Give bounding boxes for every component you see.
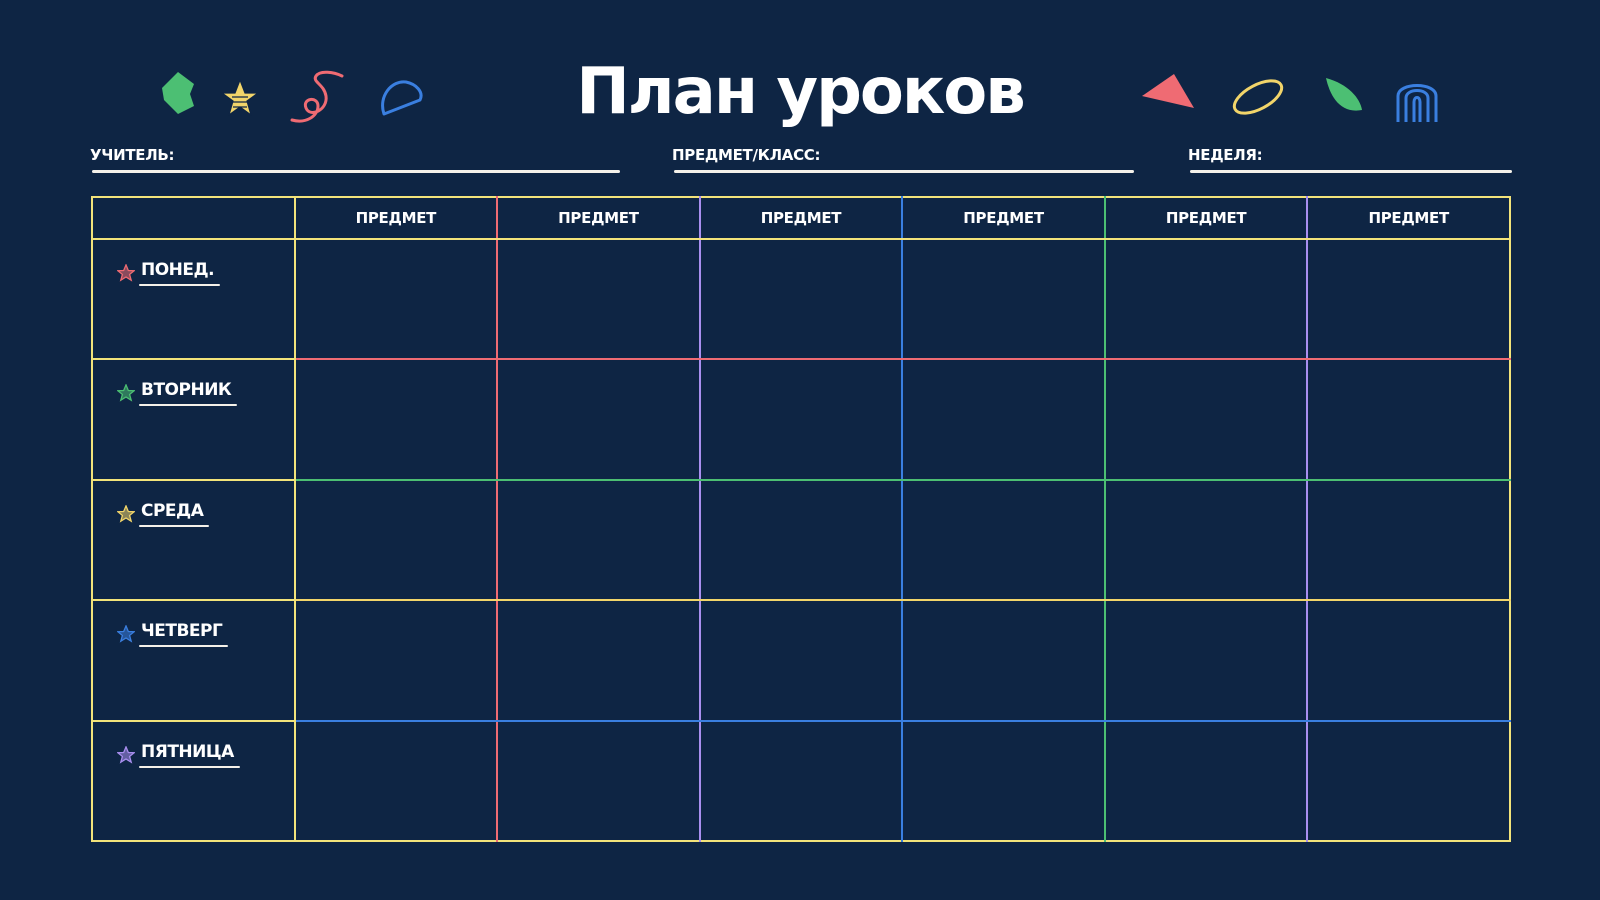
lesson-cell[interactable]: [497, 359, 701, 481]
star-icon: [117, 625, 135, 643]
lesson-cell[interactable]: [699, 479, 904, 602]
corner-cell: [92, 197, 296, 240]
lesson-cell[interactable]: [902, 359, 1106, 481]
green-leaf-icon: [1326, 78, 1362, 111]
lesson-cell[interactable]: [699, 720, 904, 841]
lesson-cell[interactable]: [902, 479, 1106, 602]
teacher-label: УЧИТЕЛЬ:: [90, 146, 175, 164]
column-header: ПРЕДМЕТ: [902, 197, 1106, 240]
column-header: ПРЕДМЕТ: [497, 197, 701, 240]
day-row: ПОНЕД.: [92, 239, 1510, 361]
lesson-cell[interactable]: [902, 720, 1106, 841]
day-cell: СРЕДА: [92, 479, 296, 602]
day-row: СРЕДА: [92, 479, 1510, 602]
lesson-cell[interactable]: [1307, 721, 1510, 841]
day-cell: ЧЕТВЕРГ: [92, 600, 296, 722]
pink-triangle-icon: [1142, 74, 1194, 108]
star-icon: [117, 264, 135, 282]
day-cell: ПЯТНИЦА: [92, 720, 296, 841]
header-row: ПРЕДМЕТ ПРЕДМЕТ ПРЕДМЕТ ПРЕДМЕТ ПРЕДМЕТ …: [92, 197, 1510, 240]
day-label: ВТОРНИК: [138, 380, 238, 407]
lesson-cell[interactable]: [294, 720, 499, 841]
day-label: ПЯТНИЦА: [139, 742, 240, 768]
lesson-cell[interactable]: [1307, 479, 1510, 602]
week-line: [1190, 170, 1512, 173]
lesson-cell[interactable]: [902, 239, 1106, 361]
week-label: НЕДЕЛЯ:: [1188, 146, 1263, 164]
day-label: ЧЕТВЕРГ: [138, 621, 229, 648]
week-field[interactable]: НЕДЕЛЯ:: [1188, 146, 1512, 173]
day-label: СРЕДА: [138, 501, 210, 527]
lesson-cell[interactable]: [497, 720, 701, 841]
lesson-cell[interactable]: [294, 359, 499, 481]
lesson-cell[interactable]: [699, 359, 904, 481]
subject-label: ПРЕДМЕТ/КЛАСС:: [672, 146, 821, 164]
column-header: ПРЕДМЕТ: [1104, 197, 1309, 240]
lesson-cell[interactable]: [497, 479, 701, 602]
teacher-line: [92, 170, 620, 173]
day-cell: ПОНЕД.: [92, 239, 296, 361]
star-icon: [117, 384, 135, 402]
lesson-cell[interactable]: [294, 479, 499, 602]
lesson-cell[interactable]: [1104, 479, 1309, 602]
teacher-field[interactable]: УЧИТЕЛЬ:: [90, 146, 620, 173]
star-icon: [117, 504, 135, 523]
lesson-cell[interactable]: [497, 239, 701, 361]
lesson-cell[interactable]: [294, 239, 499, 361]
blue-rainbow-icon: [1396, 84, 1438, 122]
lesson-cell[interactable]: [497, 600, 701, 722]
lesson-cell[interactable]: [294, 600, 499, 722]
lesson-cell[interactable]: [699, 239, 904, 361]
lesson-cell[interactable]: [1104, 239, 1309, 361]
lesson-cell[interactable]: [1104, 720, 1309, 841]
column-header: ПРЕДМЕТ: [699, 197, 904, 240]
lesson-cell[interactable]: [1307, 239, 1510, 361]
yellow-ring-icon: [1232, 79, 1284, 115]
lesson-cell[interactable]: [1307, 600, 1510, 722]
day-cell: ВТОРНИК: [92, 359, 296, 481]
lesson-plan-table: ПРЕДМЕТ ПРЕДМЕТ ПРЕДМЕТ ПРЕДМЕТ ПРЕДМЕТ …: [91, 196, 1511, 842]
lesson-cell[interactable]: [1307, 359, 1510, 481]
lesson-cell[interactable]: [1104, 359, 1309, 481]
column-header: ПРЕДМЕТ: [1307, 197, 1510, 240]
day-row: ВТОРНИК: [92, 359, 1510, 481]
column-header: ПРЕДМЕТ: [294, 197, 499, 240]
subject-field[interactable]: ПРЕДМЕТ/КЛАСС:: [672, 146, 1134, 173]
day-row: ПЯТНИЦА: [92, 720, 1510, 841]
star-icon: [117, 745, 135, 764]
subject-line: [674, 170, 1134, 173]
lesson-cell[interactable]: [699, 600, 904, 722]
lesson-cell[interactable]: [902, 600, 1106, 722]
lesson-cell[interactable]: [1104, 600, 1309, 722]
day-label: ПОНЕД.: [138, 260, 221, 286]
day-row: ЧЕТВЕРГ: [92, 600, 1510, 722]
